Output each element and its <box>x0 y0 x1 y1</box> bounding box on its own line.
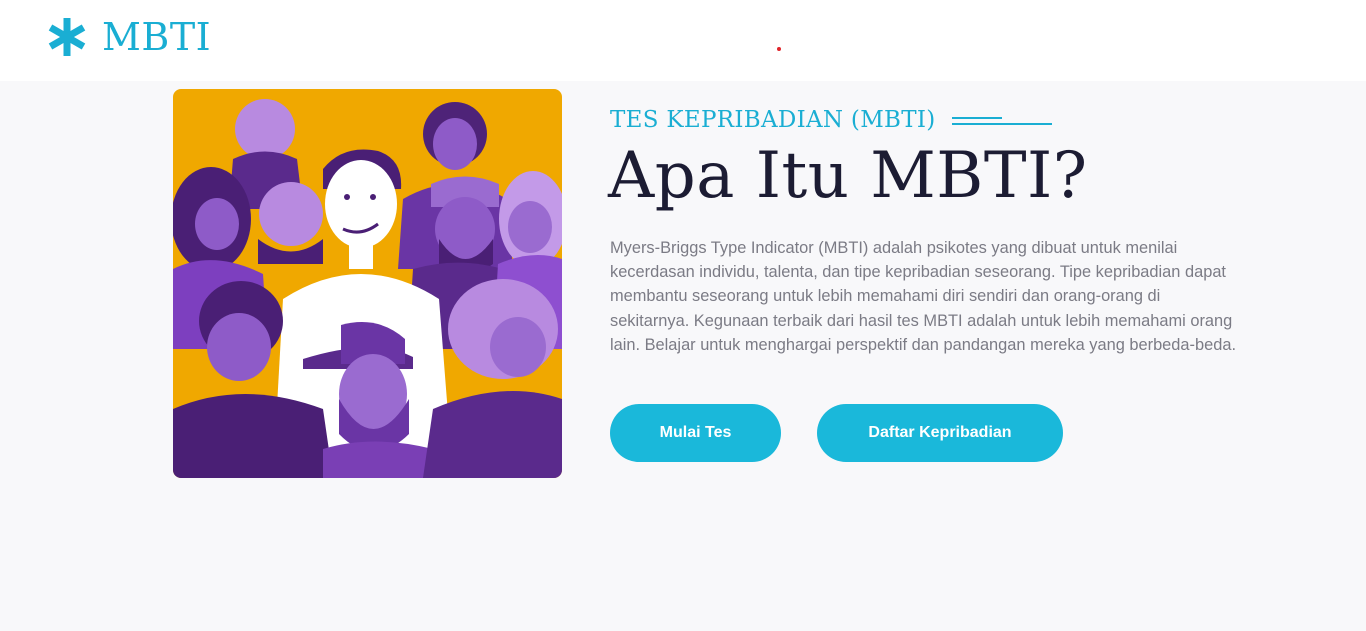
page-title: Apa Itu MBTI? <box>608 139 1088 213</box>
description: Myers-Briggs Type Indicator (MBTI) adala… <box>610 239 1237 354</box>
eyebrow-decoration <box>951 114 1052 126</box>
personality-list-button[interactable]: Daftar Kepribadian <box>817 404 1063 462</box>
eyebrow: TES KEPRIBADIAN (MBTI) <box>610 104 1052 136</box>
eyebrow-text: TES KEPRIBADIAN (MBTI) <box>610 107 936 133</box>
crowd-illustration <box>173 89 562 478</box>
red-dot <box>777 47 781 51</box>
logo-link[interactable]: MBTI <box>46 14 211 60</box>
site-header: MBTI <box>0 0 1366 81</box>
asterisk-icon <box>48 18 86 56</box>
start-test-button[interactable]: Mulai Tes <box>610 404 781 462</box>
logo-text: MBTI <box>102 15 212 59</box>
